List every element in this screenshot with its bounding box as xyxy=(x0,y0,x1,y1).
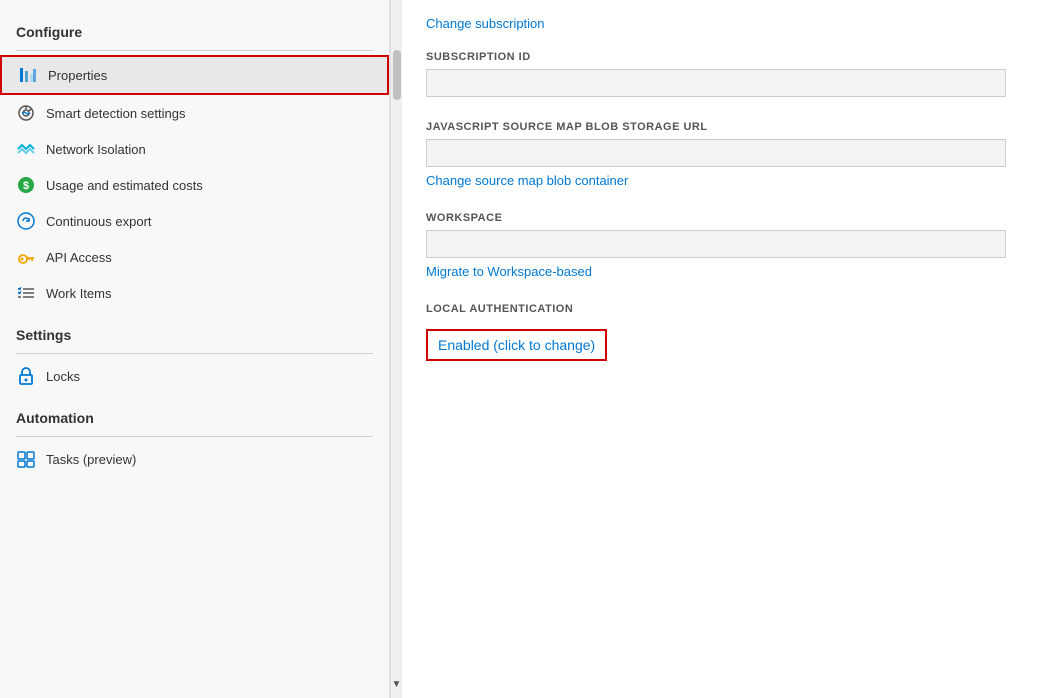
locks-icon xyxy=(16,366,36,386)
migrate-link[interactable]: Migrate to Workspace-based xyxy=(426,264,592,279)
svg-text:$: $ xyxy=(23,180,29,192)
subscription-id-section: SUBSCRIPTION ID xyxy=(426,51,1024,97)
javascript-source-map-label: JAVASCRIPT SOURCE MAP BLOB STORAGE URL xyxy=(426,121,1024,133)
sidebar-item-locks[interactable]: Locks xyxy=(0,358,389,394)
change-subscription-link[interactable]: Change subscription xyxy=(426,16,545,31)
network-icon xyxy=(16,139,36,159)
sidebar-item-continuous-export[interactable]: Continuous export xyxy=(0,203,389,239)
local-auth-section: LOCAL AUTHENTICATION Enabled (click to c… xyxy=(426,303,1024,361)
settings-section-title: Settings xyxy=(0,311,389,349)
sidebar-item-tasks-preview[interactable]: Tasks (preview) xyxy=(0,441,389,477)
subscription-id-label: SUBSCRIPTION ID xyxy=(426,51,1024,63)
local-auth-label: LOCAL AUTHENTICATION xyxy=(426,303,1024,315)
workspace-label: WORKSPACE xyxy=(426,212,1024,224)
local-auth-toggle[interactable]: Enabled (click to change) xyxy=(426,329,607,361)
sidebar-item-network-isolation[interactable]: Network Isolation xyxy=(0,131,389,167)
sidebar-item-work-items[interactable]: Work Items xyxy=(0,275,389,311)
export-icon xyxy=(16,211,36,231)
settings-divider xyxy=(16,353,373,354)
sidebar-item-usage-costs-label: Usage and estimated costs xyxy=(46,178,203,193)
change-source-map-link[interactable]: Change source map blob container xyxy=(426,173,628,188)
sidebar-item-api-access[interactable]: API Access xyxy=(0,239,389,275)
api-icon xyxy=(16,247,36,267)
sidebar-item-locks-label: Locks xyxy=(46,369,80,384)
configure-section-title: Configure xyxy=(0,8,389,46)
sidebar-item-tasks-preview-label: Tasks (preview) xyxy=(46,452,136,467)
automation-section-title: Automation xyxy=(0,394,389,432)
usage-icon: $ xyxy=(16,175,36,195)
sidebar: Configure Properties Smart detection set… xyxy=(0,0,390,698)
tasks-icon xyxy=(16,449,36,469)
sidebar-item-api-access-label: API Access xyxy=(46,250,112,265)
configure-divider xyxy=(16,50,373,51)
subscription-id-input[interactable] xyxy=(426,69,1006,97)
automation-divider xyxy=(16,436,373,437)
sidebar-item-work-items-label: Work Items xyxy=(46,286,112,301)
work-items-icon xyxy=(16,283,36,303)
workspace-input[interactable] xyxy=(426,230,1006,258)
sidebar-item-properties[interactable]: Properties xyxy=(0,55,389,95)
main-content: Change subscription SUBSCRIPTION ID JAVA… xyxy=(402,0,1048,698)
smart-detection-icon xyxy=(16,103,36,123)
javascript-source-map-input[interactable] xyxy=(426,139,1006,167)
scrollbar-thumb[interactable] xyxy=(393,50,401,100)
sidebar-item-usage-costs[interactable]: $ Usage and estimated costs xyxy=(0,167,389,203)
sidebar-item-smart-detection-label: Smart detection settings xyxy=(46,106,185,121)
sidebar-item-properties-label: Properties xyxy=(48,68,107,83)
change-subscription-section: Change subscription xyxy=(426,10,1024,31)
scroll-down-arrow[interactable]: ▼ xyxy=(392,679,402,690)
sidebar-item-smart-detection[interactable]: Smart detection settings xyxy=(0,95,389,131)
javascript-source-map-section: JAVASCRIPT SOURCE MAP BLOB STORAGE URL C… xyxy=(426,121,1024,188)
sidebar-item-continuous-export-label: Continuous export xyxy=(46,214,152,229)
sidebar-item-network-isolation-label: Network Isolation xyxy=(46,142,146,157)
workspace-section: WORKSPACE Migrate to Workspace-based xyxy=(426,212,1024,279)
scrollbar[interactable]: ▼ xyxy=(390,0,402,698)
properties-icon xyxy=(18,65,38,85)
